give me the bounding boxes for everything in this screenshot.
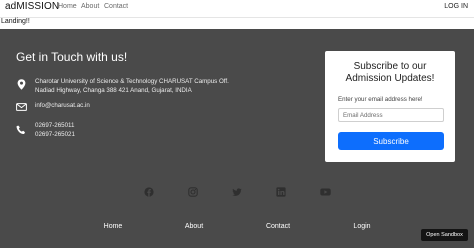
address-line-2: Nadiad Highway, Changa 388 421 Anand, Gu… [35,87,192,94]
footer-section: Get in Touch with us! Charotar Universit… [0,29,474,248]
email-input[interactable] [338,108,444,122]
phone-icon [15,124,27,136]
subscribe-card: Subscribe to our Admission Updates! Ente… [325,51,455,162]
nav-link-about[interactable]: About [81,3,99,10]
subscribe-title-line-2: Admission Updates! [345,73,435,84]
login-link[interactable]: LOG IN [444,3,468,10]
contact-title: Get in Touch with us! [16,50,128,64]
email-label: Enter your email address here! [338,96,423,103]
open-sandbox-button[interactable]: Open Sandbox [421,229,468,241]
twitter-icon[interactable] [231,186,243,198]
facebook-icon[interactable] [143,186,155,198]
linkedin-icon[interactable] [275,186,287,198]
address-text: Charotar University of Science & Technol… [35,77,229,95]
contact-address: Charotar University of Science & Technol… [15,77,305,97]
envelope-icon [15,101,27,113]
subscribe-button[interactable]: Subscribe [338,132,444,150]
nav-link-contact[interactable]: Contact [104,3,128,10]
footer-link-login[interactable]: Login [353,223,370,230]
youtube-icon[interactable] [319,186,331,198]
footer-link-about[interactable]: About [185,223,203,230]
email-text[interactable]: info@charusat.ac.in [35,101,90,110]
top-navbar: adMISSION Home About Contact LOG IN [0,0,474,18]
footer-link-home[interactable]: Home [104,223,123,230]
location-pin-icon [15,78,27,90]
subscribe-title-line-1: Subscribe to our [353,61,427,72]
contact-phone: 02697-265011 02697-265021 [15,121,305,141]
footer-link-contact[interactable]: Contact [266,223,290,230]
brand-logo[interactable]: adMISSION [5,1,59,12]
subscribe-title: Subscribe to our Admission Updates! [325,61,455,85]
phone-number-1: 02697-265011 [35,122,75,129]
landing-text: Landing!! [1,18,30,25]
nav-link-home[interactable]: Home [58,3,77,10]
phone-numbers: 02697-265011 02697-265021 [35,121,75,139]
instagram-icon[interactable] [187,186,199,198]
contact-email: info@charusat.ac.in [15,101,305,113]
phone-number-2: 02697-265021 [35,131,75,138]
address-line-1: Charotar University of Science & Technol… [35,78,229,85]
